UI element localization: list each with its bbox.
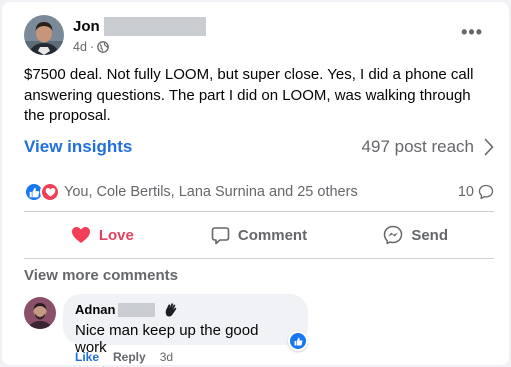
reactions-row: You, Cole Bertils, Lana Surnina and 25 o… (24, 181, 494, 203)
comment-count-value: 10 (457, 184, 474, 200)
post-timestamp[interactable]: 4d (73, 40, 87, 54)
commenter-avatar[interactable] (24, 297, 56, 329)
post-actions: Love Comment Send (24, 218, 494, 252)
reactions-summary[interactable]: You, Cole Bertils, Lana Surnina and 25 o… (24, 182, 358, 202)
comment-like-link[interactable]: Like (75, 350, 99, 364)
view-more-comments-link[interactable]: View more comments (24, 267, 178, 284)
author-avatar[interactable] (24, 15, 64, 55)
divider-bottom (24, 258, 494, 259)
chevron-right-icon (484, 138, 494, 156)
post-reach[interactable]: 497 post reach (362, 137, 494, 157)
messenger-icon (384, 225, 403, 245)
post-subline: 4d · (73, 40, 206, 54)
commenter-name-row: Adnan (75, 301, 294, 318)
reaction-icons (24, 182, 60, 202)
comment-item: Adnan Nice man keep up the good work (24, 294, 308, 356)
author-meta: Jon 4d · (73, 17, 206, 54)
send-button-label: Send (411, 226, 449, 244)
love-icon (40, 182, 60, 202)
comment-bubble-icon (478, 184, 494, 200)
comment-icon (211, 226, 230, 244)
comment-button-label: Comment (237, 226, 308, 244)
comment-actions: Like Reply 3d (75, 350, 173, 364)
author-name-row: Jon (73, 17, 206, 37)
comment-button[interactable]: Comment (181, 218, 338, 252)
comment-count[interactable]: 10 (458, 184, 494, 200)
redacted-commenter-surname (118, 302, 156, 317)
comment-bubble: Adnan Nice man keep up the good work (63, 294, 308, 356)
post-reach-label: 497 post reach (361, 137, 474, 156)
post-header: Jon 4d · (24, 14, 206, 56)
like-icon (290, 333, 306, 349)
love-button[interactable]: Love (24, 218, 181, 252)
separator-dot: · (89, 39, 95, 54)
post-card: Jon 4d · ••• $7500 deal. Not fully LOOM,… (2, 2, 509, 365)
view-insights-link[interactable]: View insights (24, 137, 132, 157)
send-button[interactable]: Send (337, 218, 494, 252)
public-globe-icon (97, 40, 109, 53)
comment-timestamp[interactable]: 3d (160, 350, 173, 364)
comment-like-badge[interactable] (288, 331, 308, 351)
post-menu-button[interactable]: ••• (461, 22, 483, 43)
commenter-name[interactable]: Adnan (75, 302, 115, 317)
heart-icon (71, 227, 90, 243)
love-button-label: Love (98, 226, 134, 244)
author-name[interactable]: Jon (73, 18, 100, 35)
divider-top (24, 211, 494, 212)
comment-reply-link[interactable]: Reply (113, 350, 146, 364)
insights-row: View insights 497 post reach (24, 135, 494, 159)
redacted-surname (103, 17, 206, 36)
waving-hand-icon (163, 302, 179, 318)
reactions-summary-text: You, Cole Bertils, Lana Surnina and 25 o… (64, 184, 358, 200)
post-text: $7500 deal. Not fully LOOM, but super cl… (24, 66, 474, 124)
